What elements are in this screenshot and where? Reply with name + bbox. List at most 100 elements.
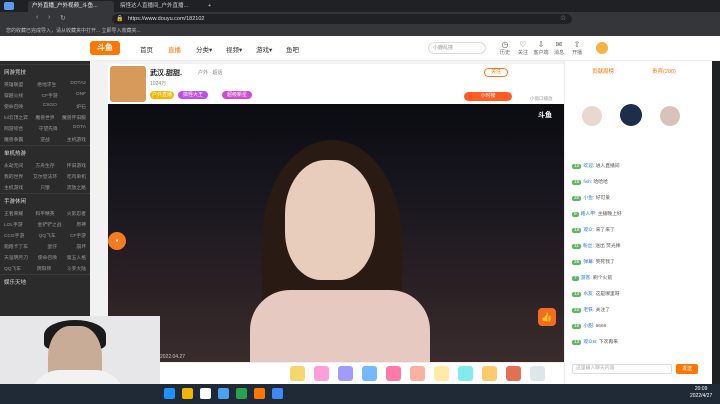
chat-input[interactable]: 这里输入聊天内容 [572,364,672,374]
bookmark-bar[interactable]: 您的收藏已完成导入，请从收藏夹中打开... 立即导入收藏夹... [0,26,720,36]
nav-game[interactable]: 游戏▾ [256,44,272,54]
sidebar-item[interactable]: 崩坏 [76,243,86,250]
sidebar-item[interactable]: 方舟生存 [35,162,54,169]
chrome-icon[interactable] [182,388,193,399]
sidebar-item[interactable]: CSGO [43,103,57,110]
sidebar-item[interactable]: 炉石 [76,103,86,110]
activity-badge[interactable]: ● [108,232,126,250]
sidebar-item[interactable]: 使命召唤 [4,103,23,110]
gift-item[interactable] [386,366,401,381]
gift-item[interactable] [410,366,425,381]
follow-button[interactable]: ♡ 关注 [514,40,532,56]
sidebar-item[interactable]: 跑跑卡丁车 [4,243,28,250]
gift-item[interactable] [290,366,305,381]
top3-avatar[interactable] [660,106,680,126]
sidebar-item[interactable]: 蛋仔 [47,243,57,250]
sidebar-item[interactable]: DOTA [73,125,86,132]
sidebar-item[interactable]: 怀旧游戏 [67,162,86,169]
sidebar-item[interactable]: 艾尔登法环 [33,173,57,180]
sidebar-item[interactable]: 魔兽世界 [35,114,54,121]
douyu-logo[interactable]: 斗鱼 [90,41,120,55]
nav-live[interactable]: 直播 [168,44,181,54]
sidebar-item[interactable]: 天涯明月刀 [4,254,28,261]
sidebar-section-title[interactable]: 手游休闲 [0,193,90,208]
nav-category[interactable]: 分类▾ [196,44,212,54]
gift-item[interactable] [458,366,473,381]
tag-3[interactable]: 超级新星 [222,91,252,99]
gift-item[interactable] [506,366,521,381]
sidebar-item[interactable]: DNF [76,92,86,99]
reload-icon[interactable]: ↻ [60,14,66,22]
top1-avatar[interactable] [582,106,602,126]
message-button[interactable]: ✉ 消息 [550,40,568,56]
sidebar-item[interactable]: 魔兽争霸 [4,136,23,143]
mini-player-hint[interactable]: 小窗口播放 [530,96,553,102]
chat-username[interactable]: 观众B: [583,340,598,345]
sidebar-item[interactable]: 英雄联盟 [4,81,23,88]
chat-username[interactable]: 水友: [583,292,595,297]
tab-2[interactable]: 搞怪达人直播间_户外直播... [116,1,202,12]
sidebar-section-title[interactable]: 网游竞技 [0,64,90,79]
sidebar-item[interactable]: 金铲铲之战 [38,221,62,228]
app-icon-5[interactable] [272,388,283,399]
address-bar[interactable]: https://www.douyu.com/182102 [112,14,572,24]
star-icon[interactable]: ☆ [560,14,566,22]
chat-username[interactable]: 小甜: [583,324,595,329]
browser-logo-icon[interactable] [4,2,14,10]
sidebar-item[interactable]: 主机游戏 [67,136,86,143]
top2-avatar[interactable] [620,104,642,126]
new-tab-button[interactable]: + [204,1,214,12]
sidebar-item[interactable]: 阴阳师 [37,265,51,272]
chat-username[interactable]: 观众: [583,228,595,233]
rank-badge[interactable]: 小时榜 [464,92,512,101]
chat-username[interactable]: 弹幕: [583,260,595,265]
gift-item[interactable] [434,366,449,381]
sidebar-section-title[interactable]: 娱乐天地 [0,274,90,289]
chat-username[interactable]: 老铁: [583,308,595,313]
app-icon-4[interactable] [254,388,265,399]
app-icon-3[interactable] [236,388,247,399]
search-input[interactable]: 小鹿乱撞 [428,42,486,54]
chat-username[interactable]: 游客: [581,276,593,281]
chat-username[interactable]: 小鱼: [583,196,595,201]
sidebar-item[interactable]: 原神 [76,221,86,228]
sidebar-item[interactable]: 第五人格 [67,254,86,261]
tab-contribution[interactable]: 贡献周榜 [592,67,614,75]
sidebar-item[interactable]: CF手游 [70,232,86,239]
sidebar-item[interactable]: 火影忍者 [67,210,86,217]
sidebar-item[interactable]: CCG手游 [4,232,24,239]
gift-item[interactable] [314,366,329,381]
forward-icon[interactable]: › [48,14,50,21]
sidebar-item[interactable]: CF手游 [42,92,58,99]
sidebar-item[interactable]: 永劫无间 [4,162,23,169]
sidebar-item[interactable]: 只狼 [40,184,50,191]
sidebar-item[interactable]: 流放之路 [67,184,86,191]
sidebar-item[interactable]: 斗罗大陆 [67,265,86,272]
user-avatar[interactable] [596,42,608,54]
sidebar-item[interactable]: QQ飞车 [4,265,21,272]
sidebar-item[interactable]: DOTA2 [70,81,86,88]
tag-1[interactable]: 户外直播 [150,91,174,99]
tab-vip[interactable]: 贵宾(200) [652,67,676,75]
chat-username[interactable]: 欢迎: [583,164,595,169]
sidebar-item[interactable]: 魔兽怀旧服 [62,114,86,121]
nav-yuba[interactable]: 鱼吧 [286,44,299,54]
sidebar-item[interactable]: 王者荣耀 [4,210,23,217]
download-button[interactable]: ⇩ 客户端 [532,40,550,56]
back-icon[interactable]: ‹ [36,14,38,21]
sidebar-item[interactable]: 和平精英 [35,210,54,217]
chat-username[interactable]: fish: [583,180,593,185]
tab-1[interactable]: 户外直播_户外视频_斗鱼... [28,1,114,12]
app-icon-1[interactable] [200,388,211,399]
chat-username[interactable]: 粉丝: [583,244,595,249]
sidebar-item[interactable]: QQ飞车 [39,232,56,239]
send-button[interactable]: 发送 [676,364,698,374]
gift-item[interactable] [482,366,497,381]
sidebar-item[interactable]: 使命召唤 [38,254,57,261]
sidebar-section-title[interactable]: 单机热游 [0,145,90,160]
gift-item[interactable] [338,366,353,381]
sidebar-item[interactable]: 穿越火线 [4,92,23,99]
history-button[interactable]: ◷ 历史 [496,40,514,56]
sidebar-item[interactable]: lol云顶之弈 [4,114,28,121]
sidebar-item[interactable]: 逆战 [40,136,50,143]
